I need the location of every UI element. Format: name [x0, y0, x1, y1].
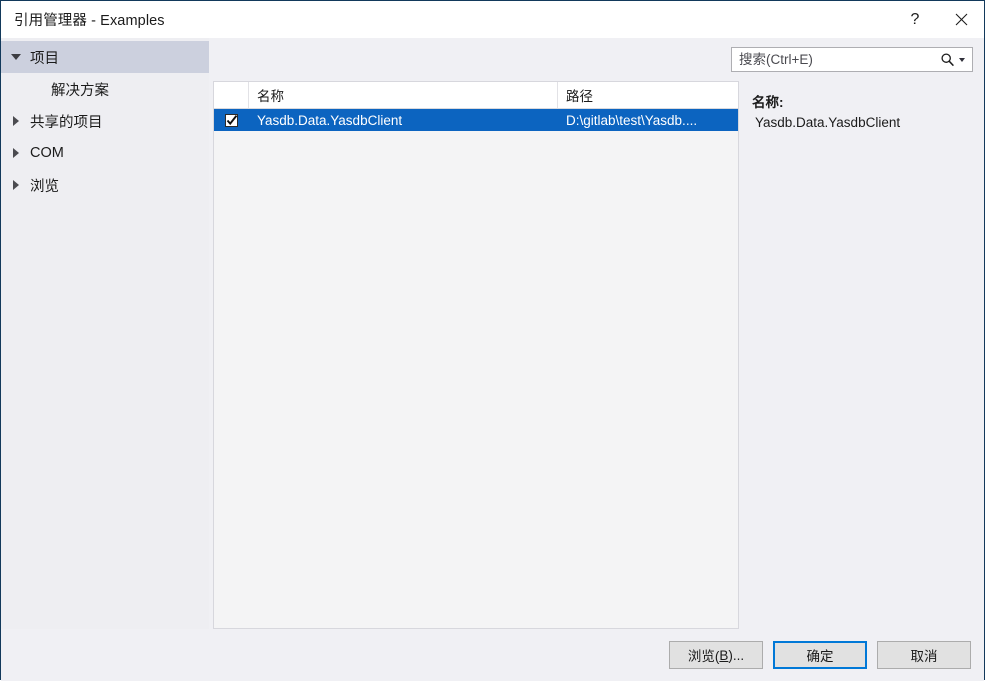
chevron-down-icon[interactable]: [958, 57, 965, 62]
chevron-right-icon: [8, 148, 24, 158]
row-name-cell: Yasdb.Data.YasdbClient: [257, 112, 403, 128]
cancel-button[interactable]: 取消: [877, 641, 971, 669]
search-icon: [940, 53, 954, 67]
sidebar-item-label: 共享的项目: [30, 114, 103, 131]
browse-label-suffix: )...: [728, 647, 745, 663]
sidebar-item-com[interactable]: COM: [1, 137, 209, 169]
details-name-value: Yasdb.Data.YasdbClient: [755, 115, 901, 130]
reference-list-panel: 名称 路径 Yasdb.Data.YasdbClient D:\gitlab\t…: [213, 81, 738, 629]
window-title: 引用管理器 - Examples: [14, 13, 165, 29]
search-box[interactable]: [731, 47, 973, 72]
sidebar-item-solution[interactable]: 解决方案: [1, 73, 209, 105]
panels-row: 名称 路径 Yasdb.Data.YasdbClient D:\gitlab\t…: [209, 81, 984, 629]
close-icon[interactable]: [938, 1, 984, 38]
sidebar-item-projects[interactable]: 项目: [1, 41, 209, 73]
ok-button[interactable]: 确定: [773, 641, 867, 669]
dialog-footer: 浏览(B)... 确定 取消: [1, 629, 984, 681]
list-header: 名称 路径: [214, 82, 738, 109]
search-input[interactable]: [732, 48, 936, 71]
details-name-label: 名称:: [752, 95, 784, 110]
search-row: [209, 38, 984, 81]
chevron-right-icon: [8, 116, 24, 126]
chevron-down-icon: [8, 54, 24, 60]
browse-accelerator: B: [719, 647, 729, 663]
sidebar-item-label: 项目: [30, 50, 59, 67]
sidebar-item-label: COM: [30, 145, 64, 161]
browse-label-prefix: 浏览(: [687, 649, 720, 664]
dialog-content: 项目 解决方案 共享的项目 COM 浏览 搜索(Ctrl+E) 名称 路径 Ya…: [1, 38, 984, 629]
checkbox-checked-icon[interactable]: [225, 113, 238, 127]
help-icon[interactable]: ?: [892, 1, 938, 38]
column-header-name[interactable]: 名称: [249, 82, 558, 108]
row-path-cell: D:\gitlab\test\Yasdb....: [566, 112, 698, 128]
title-bar: 引用管理器 - Examples ?: [1, 1, 984, 38]
sidebar-item-label: 浏览: [30, 178, 59, 195]
column-header-check[interactable]: [214, 82, 249, 108]
row-checkbox-cell[interactable]: [214, 113, 249, 127]
sidebar-item-label: 解决方案: [51, 82, 109, 99]
browse-button[interactable]: 浏览(B)...: [669, 641, 763, 669]
sidebar-item-shared-projects[interactable]: 共享的项目: [1, 105, 209, 137]
sidebar-item-browse[interactable]: 浏览: [1, 169, 209, 201]
column-header-path[interactable]: 路径: [558, 82, 738, 108]
reference-manager-dialog: 引用管理器 - Examples ? 项目 解决方案 共享的项目 COM 浏览 …: [0, 0, 985, 681]
chevron-right-icon: [8, 180, 24, 190]
category-sidebar: 项目 解决方案 共享的项目 COM 浏览: [1, 38, 209, 629]
details-panel: 名称: Yasdb.Data.YasdbClient: [738, 81, 984, 629]
list-body: Yasdb.Data.YasdbClient D:\gitlab\test\Ya…: [214, 109, 738, 628]
title-bar-buttons: ?: [892, 1, 984, 38]
table-row[interactable]: Yasdb.Data.YasdbClient D:\gitlab\test\Ya…: [214, 109, 738, 131]
search-icon-group[interactable]: [936, 48, 972, 71]
main-column: 名称 路径 Yasdb.Data: [209, 38, 984, 629]
